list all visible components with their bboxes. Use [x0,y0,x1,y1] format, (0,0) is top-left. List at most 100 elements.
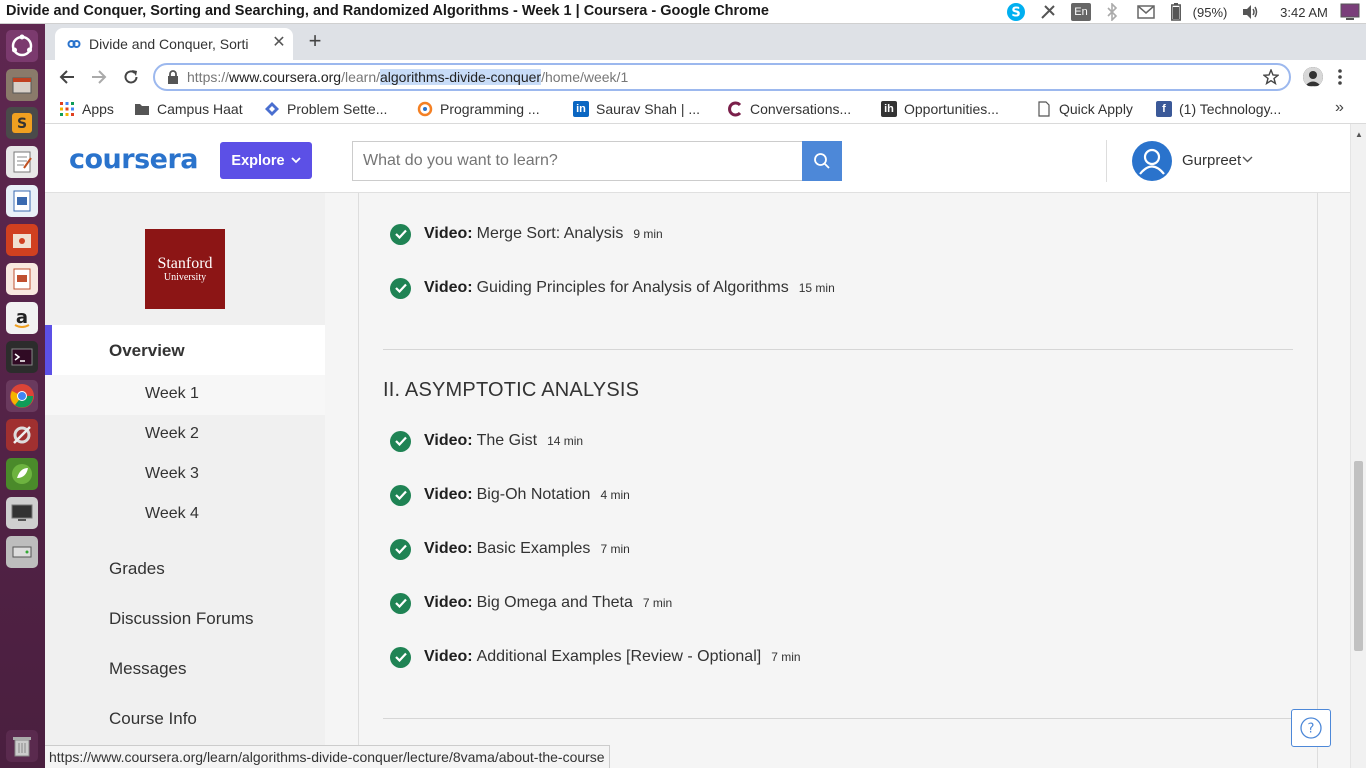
svg-text:?: ? [1308,722,1315,737]
explore-button[interactable]: Explore [220,142,312,179]
video-item[interactable]: Video: Merge Sort: Analysis 9 min [390,222,663,246]
sidebar-item-messages[interactable]: Messages [45,645,325,695]
spring-tool-icon[interactable] [6,458,38,490]
section-title: II. ASYMPTOTIC ANALYSIS [383,379,640,401]
item-type: Video: [424,432,473,449]
disk-icon[interactable] [6,536,38,568]
libreoffice-writer-icon[interactable] [6,185,38,217]
tab-title: Divide and Conquer, Sorti [89,36,249,52]
browser-tab-strip: Divide and Conquer, Sorti ✕ + [45,24,1366,60]
chrome-menu-icon[interactable] [1335,68,1345,86]
site-header: coursera Explore Gurpreet [45,124,1350,193]
video-item[interactable]: Video: Big Omega and Theta 7 min [390,591,672,615]
files-icon[interactable] [6,69,38,101]
explore-label: Explore [231,152,285,169]
mail-icon[interactable] [1136,2,1156,22]
bookmark-conversations[interactable]: Conversations... [727,100,851,118]
video-item[interactable]: Video: Additional Examples [Review - Opt… [390,645,801,669]
back-icon[interactable] [55,65,79,89]
reload-icon[interactable] [119,65,143,89]
sublime-text-icon[interactable]: S [6,107,38,139]
stackoverflow-icon [417,101,433,117]
stanford-logo[interactable]: Stanford University [145,229,225,309]
browser-toolbar: https://www.coursera.org/learn/algorithm… [45,60,1366,94]
terminal-icon[interactable] [6,341,38,373]
text-editor-icon[interactable] [6,146,38,178]
bookmark-campus-haat[interactable]: Campus Haat [134,100,243,118]
bookmark-saurav-shah[interactable]: in Saurav Shah | ... [573,100,700,118]
libreoffice-impress-icon[interactable] [6,263,38,295]
folder-icon [134,101,150,117]
video-item[interactable]: Video: The Gist 14 min [390,429,583,453]
item-title: Basic Examples [476,540,591,557]
completed-check-icon [390,592,411,614]
sidebar-item-grades[interactable]: Grades [45,545,325,595]
battery-icon[interactable] [1170,2,1182,22]
sidebar-item-week-2[interactable]: Week 2 [45,415,325,455]
page-scrollbar[interactable]: ▲ [1350,124,1366,768]
chrome-icon[interactable] [6,380,38,412]
bookmark-opportunities[interactable]: ih Opportunities... [881,100,999,118]
video-item[interactable]: Video: Big-Oh Notation 4 min [390,483,630,507]
facebook-icon: f [1156,101,1172,117]
bookmark-label: Saurav Shah | ... [596,101,701,117]
university-name: Stanford [157,254,213,272]
bookmark-problem-setter[interactable]: Problem Sette... [264,100,387,118]
bookmark-label: Quick Apply [1059,101,1133,117]
sidebar-item-week-3[interactable]: Week 3 [45,455,325,495]
user-avatar[interactable] [1132,141,1172,181]
amazon-icon[interactable]: a [6,302,38,334]
week-content: Video: Merge Sort: Analysis 9 min Video:… [358,193,1318,768]
help-button[interactable]: ? [1291,709,1331,747]
chevron-down-icon[interactable] [1242,156,1253,163]
new-tab-button[interactable]: + [303,30,327,54]
tab-close-icon[interactable]: ✕ [270,34,288,52]
link-status-bubble: https://www.coursera.org/learn/algorithm… [45,745,610,768]
chrome-profile-avatar[interactable] [1303,67,1323,87]
svg-text:a: a [16,307,28,328]
session-icon[interactable] [1340,2,1360,22]
bookmarks-overflow-icon[interactable]: » [1335,99,1344,117]
url-domain: www.coursera.org [229,69,342,85]
diamond-icon [264,101,280,117]
display-icon[interactable] [6,497,38,529]
completed-check-icon [390,484,411,506]
search-button[interactable] [802,141,842,181]
sidebar-item-course-info[interactable]: Course Info [45,695,325,745]
scroll-up-icon[interactable]: ▲ [1355,130,1363,139]
sidebar-item-discussion-forums[interactable]: Discussion Forums [45,595,325,645]
trash-icon[interactable] [6,730,38,762]
scrollbar-thumb[interactable] [1354,461,1363,651]
bookmark-quick-apply[interactable]: Quick Apply [1036,100,1133,118]
video-item[interactable]: Video: Guiding Principles for Analysis o… [390,276,835,300]
keyboard-layout-indicator[interactable]: En [1071,3,1091,21]
section-divider [383,718,1293,719]
url-path-suffix: /home/week/1 [541,69,629,85]
bluetooth-icon[interactable] [1104,2,1120,22]
clock[interactable]: 3:42 AM [1274,2,1334,22]
bookmark-technology[interactable]: f (1) Technology... [1156,100,1281,118]
coursera-logo[interactable]: coursera [69,144,199,175]
file-manager-icon[interactable] [6,224,38,256]
bookmark-star-icon[interactable] [1263,69,1279,85]
forward-icon[interactable] [87,65,111,89]
video-item[interactable]: Video: Basic Examples 7 min [390,537,630,561]
bookmark-apps[interactable]: Apps [59,100,114,118]
search-input[interactable] [352,141,803,181]
sidebar-item-week-4[interactable]: Week 4 [45,495,325,535]
settings-icon[interactable] [6,419,38,451]
item-title: Big-Oh Notation [476,486,591,503]
ubuntu-dash-icon[interactable] [6,30,38,62]
user-name[interactable]: Gurpreet [1182,152,1241,169]
browser-tab[interactable]: Divide and Conquer, Sorti ✕ [55,28,293,60]
network-icon[interactable] [1038,2,1058,22]
lock-icon[interactable] [167,70,179,84]
completed-check-icon [390,223,411,245]
bookmark-programming[interactable]: Programming ... [417,100,540,118]
volume-icon[interactable] [1240,2,1260,22]
address-bar[interactable]: https://www.coursera.org/learn/algorithm… [153,63,1291,91]
linkedin-icon: in [573,101,589,117]
sidebar-item-overview[interactable]: Overview [45,325,325,375]
skype-icon[interactable]: S [1006,2,1026,22]
sidebar-item-week-1[interactable]: Week 1 [45,375,325,415]
